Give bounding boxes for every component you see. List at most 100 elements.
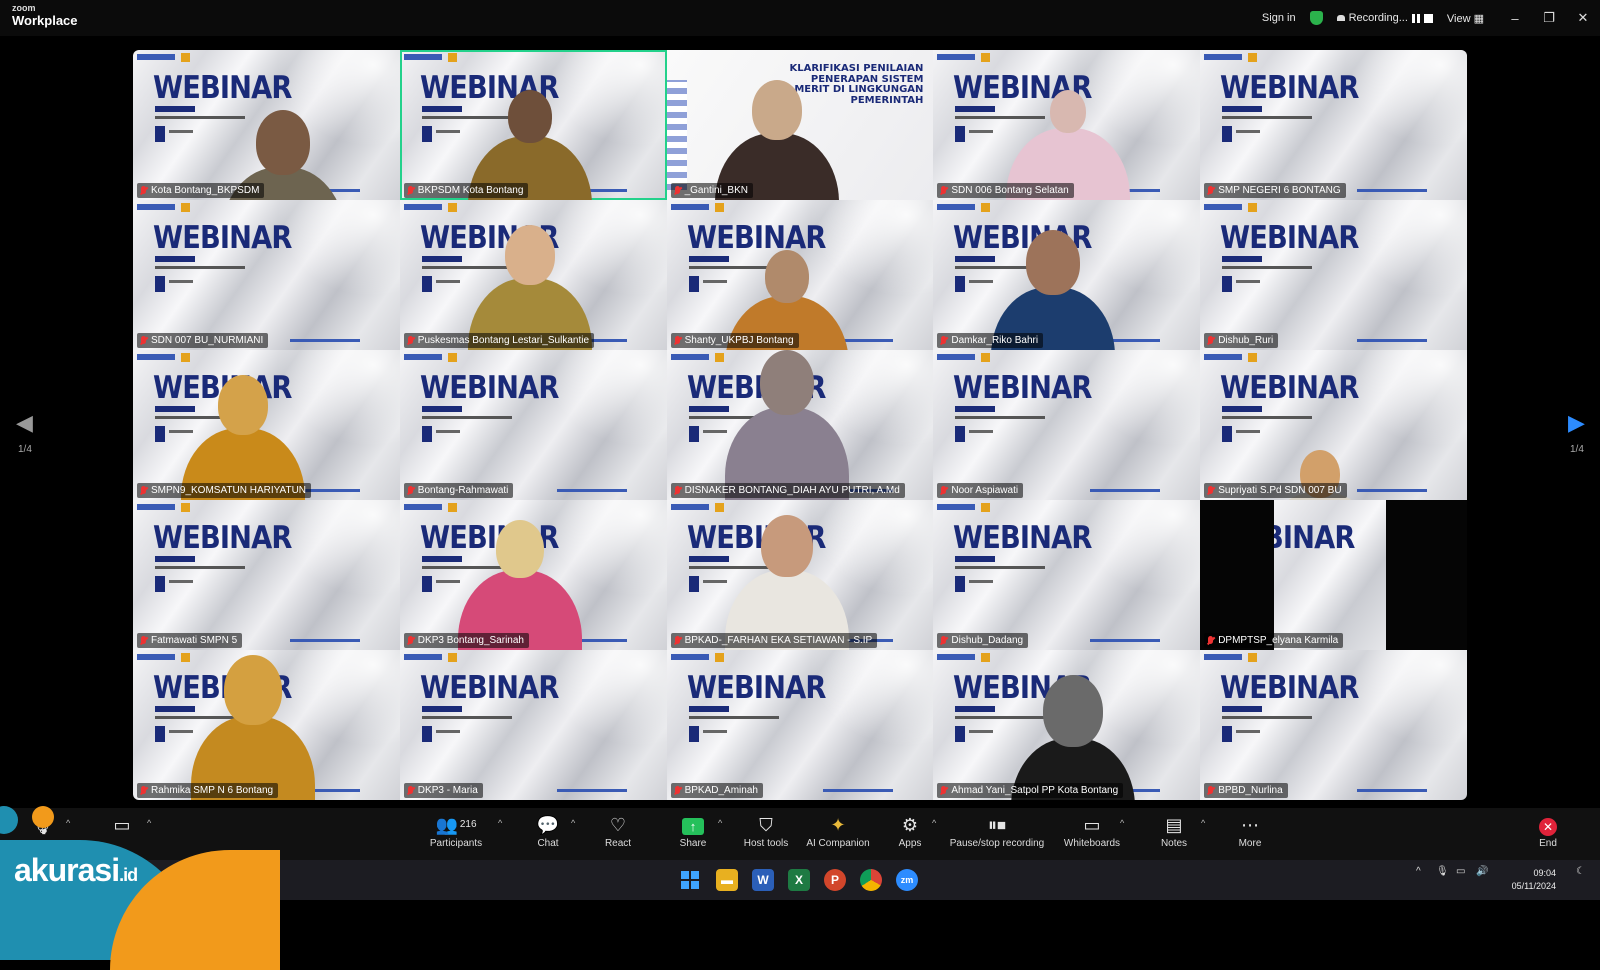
view-button[interactable]: View ▦ [1447, 12, 1484, 25]
participant-video-tile[interactable]: WEBINAR Fatmawati SMPN 5 [133, 500, 400, 650]
excel-icon[interactable]: X [788, 869, 810, 891]
participant-video-tile[interactable]: WEBINAR BPBD_Nurlina [1200, 650, 1467, 800]
restore-button[interactable]: ❐ [1532, 10, 1566, 26]
banner-footer-graphic [289, 339, 360, 342]
file-explorer-icon[interactable]: ▬ [716, 869, 738, 891]
previous-page-arrow-icon[interactable]: ◀ [16, 410, 33, 436]
banner-logo-graphic [1248, 203, 1258, 212]
zoom-taskbar-icon[interactable]: zm [896, 869, 918, 891]
banner-text-graphic [955, 566, 1046, 569]
webinar-heading: WEBINAR [153, 220, 292, 256]
participant-video-tile[interactable]: WEBINAR Dishub_Ruri [1200, 200, 1467, 350]
participant-video-tile[interactable]: WEBINAR SMP NEGERI 6 BONTANG [1200, 50, 1467, 200]
pause-stop-recording-button[interactable]: ⏸⏹ Pause/stop recording [940, 814, 1054, 849]
banner-logo-graphic [447, 653, 457, 662]
banner-header-graphic [937, 654, 976, 660]
chrome-icon[interactable] [860, 869, 882, 891]
participant-name: Fatmawati SMPN 5 [151, 635, 238, 646]
banner-logo-graphic [181, 503, 190, 512]
volume-icon[interactable]: 🔊 [1476, 866, 1488, 877]
webinar-heading: WEBINAR [1220, 70, 1359, 106]
participant-video-tile[interactable]: WEBINAR SMPN9_KOMSATUN HARIYATUN [133, 350, 400, 500]
participant-name-tag: Puskesmas Bontang Lestari_Sulkantie [403, 333, 595, 348]
participant-video-tile[interactable]: WEBINAR Kota Bontang_BKPSDM [133, 50, 400, 200]
participant-video-tile[interactable]: WEBINAR BPKAD_Aminah [666, 650, 934, 800]
banner-footer-graphic [289, 639, 360, 642]
participant-video-tile[interactable]: WEBINAR DPMPTSP_elyana Karmila [1200, 500, 1467, 650]
video-options-caret-icon[interactable]: ^ [147, 818, 151, 828]
banner-subtitle-graphic [421, 706, 462, 712]
participant-video-tile[interactable]: WEBINAR Bontang-Rahmawati [399, 350, 667, 500]
unmute-button[interactable]: 🎙 [0, 814, 84, 836]
banner-header-graphic [670, 354, 709, 360]
participant-video-tile[interactable]: WEBINAR DKP3 - Maria [399, 650, 667, 800]
participant-name-tag: BPKAD_Aminah [670, 783, 763, 798]
participant-name: DKP3 - Maria [417, 785, 478, 796]
banner-detail-graphic [1236, 130, 1261, 133]
more-button[interactable]: ⋯ More [1202, 814, 1298, 849]
participant-video-tile[interactable]: WEBINAR Supriyati S.Pd SDN 007 BU [1200, 350, 1467, 500]
end-button[interactable]: ✕ End [1508, 814, 1588, 849]
participant-video-tile[interactable]: WEBINAR Noor Aspiawati [933, 350, 1201, 500]
pause-recording-icon[interactable] [1411, 13, 1420, 23]
stop-recording-icon[interactable] [1423, 13, 1433, 23]
windows-taskbar: ▬ W X P zm ^ 🎙 ▭ 🔊 09:04 05/11/2024 ☾ [0, 860, 1600, 900]
participant-video-tile[interactable]: WEBINAR Damkar_Riko Bahri [933, 200, 1201, 350]
banner-subtitle-graphic [421, 406, 462, 412]
windows-start-icon[interactable] [681, 871, 699, 889]
sign-in-link[interactable]: Sign in [1262, 12, 1296, 24]
participant-video-person [173, 375, 313, 500]
next-page-arrow-icon[interactable]: ▶ [1568, 410, 1585, 436]
participant-video-tile[interactable]: WEBINAR SDN 006 Bontang Selatan [933, 50, 1201, 200]
whiteboards-caret-icon[interactable]: ^ [1120, 818, 1124, 828]
participant-name-tag: SDN 007 BU_NURMIANI [137, 333, 269, 348]
close-window-button[interactable]: ✕ [1566, 10, 1600, 26]
banner-subtitle-graphic [421, 256, 462, 262]
banner-header-graphic [1204, 354, 1243, 360]
participants-button[interactable]: 👥 216 Participants [408, 814, 504, 849]
muted-mic-icon [940, 785, 947, 796]
banner-header-graphic [1204, 54, 1243, 60]
network-icon[interactable]: ▭ [1456, 866, 1465, 877]
word-icon[interactable]: W [752, 869, 774, 891]
system-clock[interactable]: 09:04 05/11/2024 [1512, 867, 1556, 893]
banner-header-graphic [670, 654, 709, 660]
participant-name-tag: DPMPTSP_elyana Karmila [1204, 633, 1344, 648]
video-button[interactable]: ▭ [74, 814, 170, 836]
banner-footer-graphic [1090, 489, 1161, 492]
recording-indicator[interactable]: Recording... [1336, 12, 1433, 24]
banner-number-graphic [688, 576, 699, 592]
more-icon: ⋯ [1241, 815, 1259, 835]
banner-text-graphic [1222, 416, 1313, 419]
participant-video-tile[interactable]: WEBINAR SDN 007 BU_NURMIANI [133, 200, 400, 350]
minimize-button[interactable]: – [1498, 11, 1532, 26]
participant-video-tile[interactable]: WEBINAR DISNAKER BONTANG_DIAH AYU PUTRI,… [666, 350, 934, 500]
participant-video-tile[interactable]: KLARIFIKASI PENILAIAN PENERAPAN SISTEM M… [666, 50, 934, 200]
participant-video-tile[interactable]: WEBINAR Shanty_UKPBJ Bontang [666, 200, 934, 350]
muted-mic-icon [940, 635, 947, 646]
participant-video-tile[interactable]: WEBINAR BKPSDM Kota Bontang [399, 50, 667, 200]
participant-video-tile[interactable]: WEBINAR Puskesmas Bontang Lestari_Sulkan… [399, 200, 667, 350]
banner-detail-graphic [1236, 280, 1261, 283]
participant-video-tile[interactable]: WEBINAR BPKAD-_FARHAN EKA SETIAWAN - S.I… [666, 500, 934, 650]
audio-options-caret-icon[interactable]: ^ [66, 818, 70, 828]
notifications-moon-icon[interactable]: ☾ [1576, 866, 1585, 877]
meeting-controls-toolbar: 🎙 ^ ▭ ^ 👥 216 Participants ^ 💬 Chat ^ ♡ R… [0, 808, 1600, 860]
tray-mic-icon[interactable]: 🎙 [1436, 866, 1449, 877]
participant-video-tile[interactable]: WEBINAR Ahmad Yani_Satpol PP Kota Bontan… [933, 650, 1201, 800]
banner-header-graphic [137, 354, 175, 360]
participant-video-tile[interactable]: WEBINAR Dishub_Dadang [933, 500, 1201, 650]
participant-name-tag: Noor Aspiawati [937, 483, 1024, 498]
page-indicator-right: 1/4 [1570, 444, 1584, 455]
encryption-shield-icon[interactable] [1309, 11, 1323, 25]
powerpoint-icon[interactable]: P [824, 869, 846, 891]
tray-overflow-icon[interactable]: ^ [1416, 866, 1421, 877]
participant-video-tile[interactable]: WEBINAR DKP3 Bontang_Sarinah [399, 500, 667, 650]
apps-caret-icon[interactable]: ^ [932, 818, 936, 828]
banner-header-graphic [137, 504, 175, 510]
muted-mic-icon [407, 635, 414, 646]
muted-mic-icon [674, 335, 681, 346]
participant-name: Noor Aspiawati [951, 485, 1019, 496]
muted-mic-icon [674, 185, 681, 196]
participant-video-tile[interactable]: WEBINAR Rahmika SMP N 6 Bontang [133, 650, 400, 800]
